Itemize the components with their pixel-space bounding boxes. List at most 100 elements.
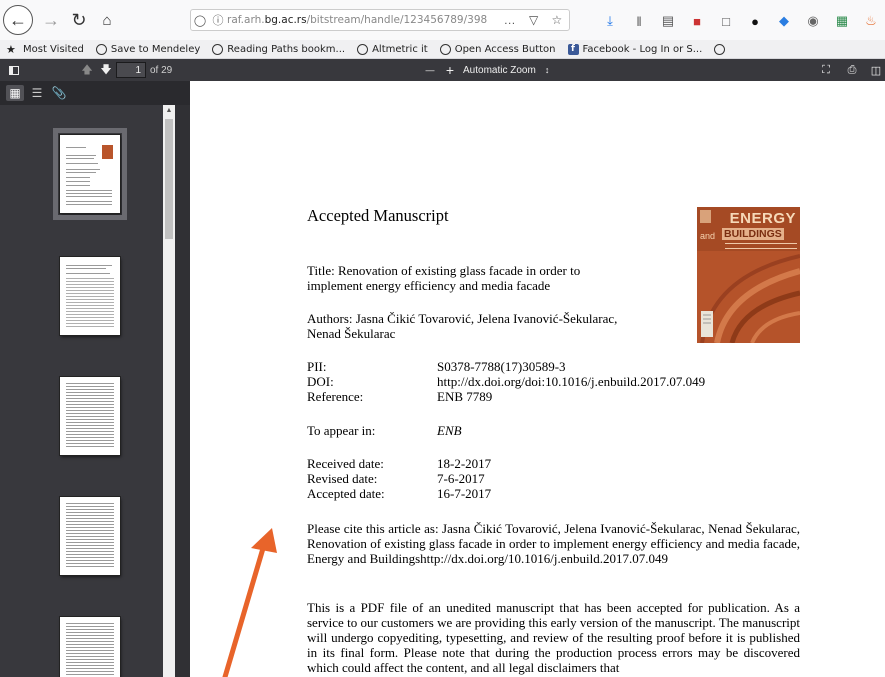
- pii-value: S0378-7788(17)30589-3: [437, 359, 566, 374]
- back-button[interactable]: ←: [3, 5, 33, 35]
- appear-label: To appear in:: [307, 423, 376, 438]
- page-thumbnail[interactable]: [60, 617, 120, 677]
- reload-icon: ↻: [71, 9, 87, 30]
- thumbnails-tab[interactable]: ▦: [6, 85, 24, 101]
- reader-view-icon[interactable]: ▤: [660, 13, 676, 29]
- pocket-icon[interactable]: ▽: [529, 13, 538, 27]
- url-bar[interactable]: ◯ ⓘ raf.arh.bg.ac.rs/bitstream/handle/12…: [190, 9, 570, 31]
- accepted-label: Accepted date:: [307, 486, 385, 501]
- bookmark-mendeley[interactable]: Save to Mendeley: [95, 43, 200, 55]
- extension-icon[interactable]: ◉: [805, 13, 821, 29]
- page-count: of 29: [150, 64, 173, 76]
- bookmark-altmetric[interactable]: Altmetric it: [357, 43, 428, 55]
- save-button[interactable]: ◫: [869, 62, 883, 78]
- previous-page-button[interactable]: 🡅: [80, 62, 94, 78]
- print-button[interactable]: ⎙: [845, 62, 859, 78]
- home-icon: ⌂: [102, 11, 112, 29]
- url-text[interactable]: raf.arh.bg.ac.rs/bitstream/handle/123456…: [227, 14, 497, 26]
- arrow-up-icon: 🡅: [81, 63, 93, 76]
- facebook-icon: f: [567, 43, 579, 55]
- revised-value: 7-6-2017: [437, 471, 485, 486]
- next-page-button[interactable]: 🡇: [99, 62, 113, 78]
- extension-icon[interactable]: ◆: [776, 13, 792, 29]
- zoom-out-button[interactable]: —: [424, 62, 436, 78]
- bookmark-most-visited[interactable]: ★ Most Visited: [6, 44, 84, 55]
- home-button[interactable]: ⌂: [94, 7, 120, 33]
- url-actions: … ▽ ☆: [497, 13, 569, 27]
- cover-title-energy: ENERGY: [729, 210, 796, 227]
- doi-label: DOI:: [307, 374, 334, 389]
- extension-icon[interactable]: ●: [747, 14, 763, 29]
- cover-artwork: [697, 251, 800, 343]
- pdf-icon[interactable]: ■: [689, 14, 705, 29]
- title-line: Title: Renovation of existing glass faca…: [307, 263, 581, 278]
- reference-label: Reference:: [307, 389, 364, 404]
- print-icon: ⎙: [847, 63, 857, 76]
- page-thumbnail[interactable]: [60, 257, 120, 335]
- revised-label: Revised date:: [307, 471, 378, 486]
- reload-button[interactable]: ↻: [66, 7, 92, 33]
- outline-tab[interactable]: ☰: [28, 85, 46, 101]
- authors-line: Authors: Jasna Čikić Tovarović, Jelena I…: [307, 311, 618, 326]
- info-icon[interactable]: ⓘ: [209, 12, 227, 28]
- notice-paragraph: This is a PDF file of an unedited manusc…: [307, 600, 800, 675]
- presentation-mode-button[interactable]: ⛶: [819, 62, 833, 78]
- pdf-toolbar: 🡅 🡇 1 of 29 — + Automatic Zoom ↕ ⛶ ⎙ ◫: [0, 59, 885, 81]
- bookmark-open-access[interactable]: Open Access Button: [439, 43, 556, 55]
- accepted-value: 16-7-2017: [437, 486, 492, 501]
- arrow-down-icon: 🡇: [100, 63, 112, 76]
- bookmark-reading-paths[interactable]: Reading Paths bookm...: [212, 43, 345, 55]
- doi-value[interactable]: http://dx.doi.org/doi:10.1016/j.enbuild.…: [437, 374, 705, 389]
- authors-line: Nenad Šekularac: [307, 326, 396, 341]
- sidebar-scroll-thumb[interactable]: [165, 119, 173, 239]
- bookmark-facebook[interactable]: f Facebook - Log In or S...: [567, 43, 702, 55]
- received-value: 18-2-2017: [437, 456, 492, 471]
- scroll-up-icon[interactable]: ▲: [163, 107, 175, 117]
- zoom-in-button[interactable]: +: [444, 62, 456, 78]
- star-icon: ★: [6, 42, 16, 56]
- browser-window: ← → ↻ ⌂ ◯ ⓘ raf.arh.bg.ac.rs/bitstream/h…: [0, 0, 885, 677]
- publisher-logo: [700, 210, 711, 223]
- paperclip-icon: 📎: [51, 86, 67, 100]
- list-icon: ☰: [31, 86, 43, 100]
- sidebar-toggle-button[interactable]: [6, 62, 22, 78]
- page-thumbnail[interactable]: [60, 377, 120, 455]
- citation-paragraph: Please cite this article as: Jasna Čikić…: [307, 521, 800, 566]
- reference-value: ENB 7789: [437, 389, 493, 404]
- zoom-select[interactable]: Automatic Zoom ↕: [463, 62, 549, 78]
- library-icon[interactable]: ‖: [631, 14, 647, 29]
- bookmarks-bar: ★ Most Visited Save to Mendeley Reading P…: [0, 40, 885, 59]
- extension-icon[interactable]: ♨: [863, 13, 879, 29]
- document-viewer[interactable]: Accepted Manuscript ENERGY and BUILDINGS: [190, 81, 885, 677]
- select-caret-icon: ↕: [544, 65, 550, 75]
- page-number-input[interactable]: 1: [116, 62, 146, 78]
- download-icon[interactable]: ⤓: [602, 13, 618, 29]
- fullscreen-icon: ⛶: [822, 63, 830, 76]
- globe-icon: [714, 43, 726, 55]
- bookmark-star-icon[interactable]: ☆: [552, 13, 563, 27]
- globe-icon: [212, 43, 224, 55]
- attachments-tab[interactable]: 📎: [50, 85, 68, 101]
- page-actions-icon[interactable]: …: [504, 13, 516, 27]
- cover-title-buildings: BUILDINGS: [722, 228, 784, 240]
- forward-arrow-icon: →: [42, 9, 60, 30]
- sidebar-resizer[interactable]: [175, 105, 190, 677]
- page-thumbnail[interactable]: [60, 497, 120, 575]
- title-line: implement energy efficiency and media fa…: [307, 278, 551, 293]
- cover-title-and: and: [700, 231, 716, 241]
- extension-icon[interactable]: ▦: [834, 13, 850, 29]
- globe-icon: [95, 43, 107, 55]
- pii-label: PII:: [307, 359, 327, 374]
- pdf-page: Accepted Manuscript ENERGY and BUILDINGS: [190, 81, 885, 677]
- forward-button[interactable]: →: [38, 7, 64, 33]
- bookmark-globe[interactable]: [714, 43, 729, 55]
- appear-value: ENB: [437, 423, 462, 438]
- globe-icon: [357, 43, 369, 55]
- page-thumbnail[interactable]: [53, 128, 127, 220]
- shield-icon[interactable]: ◯: [191, 14, 209, 27]
- globe-icon: [439, 43, 451, 55]
- thumbnail-list[interactable]: [0, 105, 175, 677]
- screenshot-icon[interactable]: □: [718, 14, 734, 29]
- toolbar-right-icons: ⤓ ‖ ▤ ■ □ ● ◆ ◉ ▦ ♨ ⚇: [602, 11, 885, 31]
- journal-cover: ENERGY and BUILDINGS: [697, 207, 800, 343]
